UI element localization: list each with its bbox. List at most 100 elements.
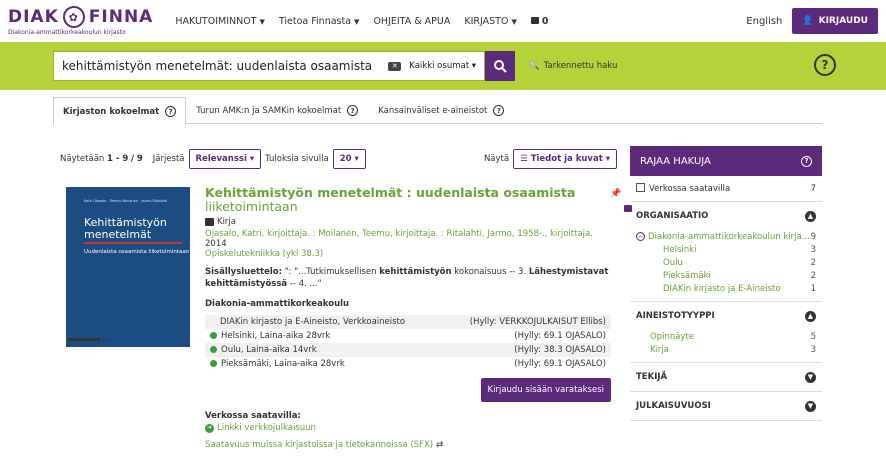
facet-online-checkbox[interactable]: Verkossa saatavilla 7 [630,176,822,202]
logo-text-left: DIAK [8,7,59,27]
help-icon[interactable]: ? [493,105,505,116]
holding-row[interactable]: DIAKin kirjasto ja E-Aineisto, Verkkoain… [205,315,611,329]
online-link[interactable]: ➜ Linkki verkkojulkaisuun [205,422,611,434]
cover-stripe [84,242,182,244]
facet-item[interactable]: Kirja 3 [630,343,822,356]
publisher-logo [68,338,100,341]
help-icon[interactable]: ? [165,106,177,117]
top-bar: DIAK ✿ FINNA Diakonia-ammattikorkeakoulun … [0,0,886,42]
login-to-reserve-button[interactable]: Kirjaudu sisään varataksesi [480,378,611,402]
facet-item[interactable]: Opinnäyte 5 [630,330,822,343]
per-page-select[interactable]: 20 ▾ [332,149,366,169]
search-input[interactable]: kehittämistyön menetelmät: uudenlaista o… [62,59,388,73]
search-box: kehittämistyön menetelmät: uudenlaista o… [53,51,485,81]
basket-link[interactable]: 0 [530,16,548,27]
cover-subtitle: Uudenlaista osaamista liiketoimintaan [84,249,190,255]
chevron-down-icon: ▼ [511,17,517,26]
facet-item[interactable]: DIAKin kirjasto ja E-Aineisto 1 [630,282,822,295]
result-record: Kehittämistyön menetelmät : uudenlaista … [205,186,611,450]
nav-ohjeita-apua[interactable]: OHJEITA & APUA [373,16,450,27]
help-icon[interactable]: ? [814,54,836,76]
facet-header-tekija[interactable]: TEKIJÄ ▼ [630,363,822,391]
facet-header-aineistotyyppi[interactable]: AINEISTOTYYPPI ▲ [630,302,822,330]
facet-header-julkaisuvuosi[interactable]: JULKAISUVUOSI ▼ [630,392,822,420]
facet-aineistotyyppi: AINEISTOTYYPPI ▲ Opinnäyte 5 Kirja 3 [630,302,822,363]
online-label: Verkossa saatavilla: [205,411,301,421]
available-icon [210,346,217,353]
available-icon [210,332,217,339]
chevron-down-icon: ▼ [354,17,360,26]
result-controls: Näytetään 1 - 9 / 9 Järjestä Relevanssi … [60,148,621,170]
logo-subtitle: Diakonia-ammattikorkeakoulun kirjasto [8,29,126,36]
per-page-label: Tuloksia sivulla [265,154,329,164]
results-count: Näytetään 1 - 9 / 9 [60,154,143,164]
record-format: Kirja [205,217,611,227]
chevron-up-icon: ▲ [805,310,816,322]
cover-title: Kehittämistyön menetelmät [84,216,167,241]
record-title[interactable]: Kehittämistyön menetelmät : uudenlaista … [205,186,611,214]
facet-julkaisuvuosi: JULKAISUVUOSI ▼ [630,392,822,421]
view-label: Näytä [483,154,510,164]
nav-kirjasto[interactable]: KIRJASTO ▼ [464,16,516,27]
holding-row[interactable]: Oulu, Laina-aika 14vrk (Hylly: 38.3 OJASA… [205,343,611,357]
search-plus-icon: 🔍 [529,61,540,71]
search-bar: kehittämistyön menetelmät: uudenlaista o… [0,42,886,90]
book-cover-image[interactable]: Katri Ojasalo · Teemu Moilanen · Jarmo R… [66,187,190,347]
facet-item[interactable]: − Diakonia-ammattikorkeakoulun kirja... 9 [630,230,822,243]
nav-tietoa-finnasta[interactable]: Tietoa Finnasta ▼ [279,16,360,27]
chevron-down-icon: ▼ [805,400,816,412]
arrow-right-icon: ➜ [205,423,214,433]
record-year: 2014 [205,239,227,249]
facet-item[interactable]: Pieksämäki 2 [630,269,822,282]
help-icon[interactable]: ? [347,105,359,116]
facet-header-organisaatio[interactable]: ORGANISAATIO ▲ [630,202,822,230]
search-icon [494,60,507,73]
sort-label: Järjestä [152,154,185,164]
online-availability: Verkossa saatavilla: ➜ Linkki verkkojulka… [205,410,611,451]
sfx-link[interactable]: Saatavuus muissa kirjastoissa ja tietoka… [205,439,611,451]
view-select[interactable]: ☰ Tiedot ja kuvat ▾ [513,149,617,169]
main-nav: HAKUTOIMINNOT ▼ Tietoa Finnasta ▼ OHJEITA … [175,16,548,27]
search-button[interactable] [485,51,515,81]
logo-text-right: FINNA [88,7,154,27]
holding-row[interactable]: Helsinki, Laina-aika 28vrk (Hylly: 69.1 O… [205,329,611,343]
site-logo[interactable]: DIAK ✿ FINNA Diakonia-ammattikorkeakoulun … [8,6,153,36]
record-authors[interactable]: Ojasalo, Katri, kirjoittaja. : Moilanen,… [205,229,611,239]
advanced-search-link[interactable]: 🔍 Tarkennettu haku [529,61,617,71]
facet-sidebar: RAJAA HAKUJA? Verkossa saatavilla 7 ORGAN… [630,146,822,421]
collection-tabs: Kirjaston kokoelmat? Turun AMK:n ja SAMK… [53,97,822,125]
language-switch[interactable]: English [746,16,782,27]
sort-select[interactable]: Relevanssi ▾ [188,149,262,169]
external-link-icon: ⇄ [436,440,444,450]
tab-turun-amk[interactable]: Turun AMK:n ja SAMKin kokoelmat? [186,97,368,123]
help-icon[interactable]: ? [801,155,812,167]
chevron-down-icon: ▼ [805,371,816,383]
holdings-list: DIAKin kirjasto ja E-Aineisto, Verkkoain… [205,315,611,371]
pin-icon[interactable]: 📌 [610,189,621,199]
tab-kansainvaliset[interactable]: Kansainväliset e-aineistot? [368,97,514,123]
chevron-down-icon: ▼ [259,17,265,26]
chevron-up-icon: ▲ [805,210,816,222]
facets-header: RAJAA HAKUJA? [630,146,822,176]
search-scope-select[interactable]: Kaikki osumat ▾ [409,61,476,71]
cover-publisher: pro [68,337,110,342]
cover-authors: Katri Ojasalo · Teemu Moilanen · Jarmo R… [84,199,168,203]
facet-item[interactable]: Helsinki 3 [630,243,822,256]
nav-hakutoiminnot[interactable]: HAKUTOIMINNOT ▼ [175,16,265,27]
user-icon: 👤 [802,16,814,26]
list-icon: ☰ [520,154,528,164]
facet-item[interactable]: Oulu 2 [630,256,822,269]
record-toc: Sisällysluettelo: ": "...Tutkimuksellise… [205,267,609,289]
facet-organisaatio: ORGANISAATIO ▲ − Diakonia-ammattikorkeakou… [630,202,822,302]
tab-kirjaston-kokoelmat[interactable]: Kirjaston kokoelmat? [53,97,187,125]
available-icon [210,360,217,367]
clear-search-icon[interactable]: ✕ [388,61,402,71]
collapse-icon: − [636,232,645,241]
login-button[interactable]: 👤 KIRJAUDU [792,8,878,34]
basket-icon [530,16,539,24]
holding-row[interactable]: Pieksämäki, Laina-aika 28vrk (Hylly: 69.1… [205,357,611,371]
checkbox-icon [636,183,645,192]
logo-seal-icon: ✿ [62,6,85,28]
record-library: Diakonia-ammattikorkeakoulu [205,299,350,309]
record-classification[interactable]: Opiskelutekniikka (ykl 38.3) [205,249,611,260]
